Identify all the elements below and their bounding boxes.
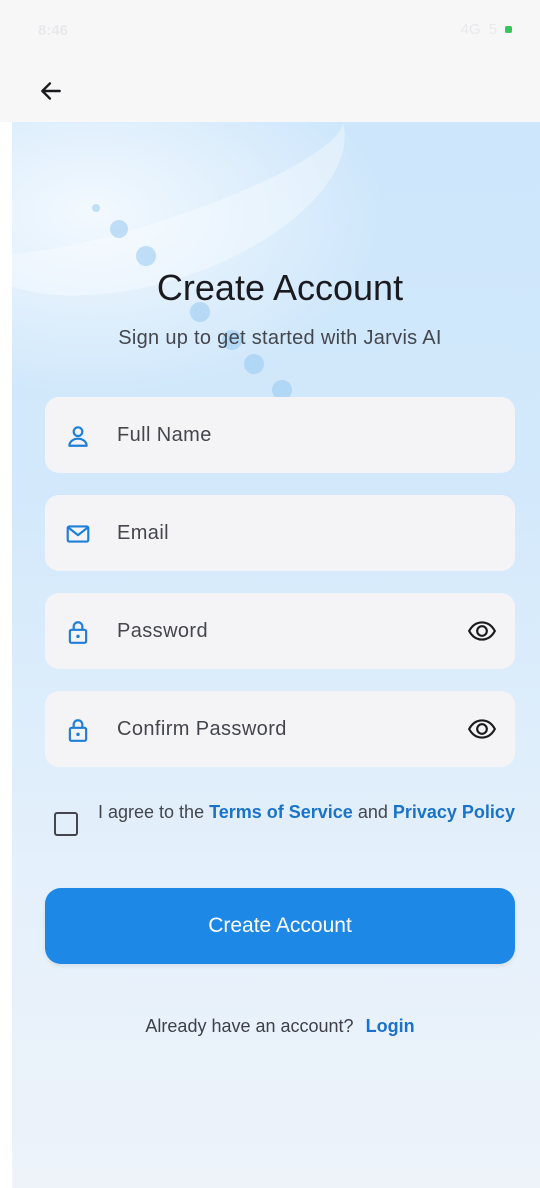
decor-bubble bbox=[110, 220, 128, 238]
decor-bubble bbox=[136, 246, 156, 266]
email-placeholder: Email bbox=[117, 522, 170, 544]
person-icon bbox=[68, 426, 88, 447]
lock-icon bbox=[68, 719, 88, 742]
eye-icon[interactable] bbox=[467, 715, 497, 743]
full-name-placeholder: Full Name bbox=[117, 424, 212, 446]
terms-of-service-link[interactable]: Terms of Service bbox=[209, 802, 353, 822]
status-bar: 8:46 4G 5 bbox=[0, 0, 540, 62]
eye-icon[interactable] bbox=[467, 617, 497, 645]
status-time: 8:46 bbox=[38, 22, 69, 39]
terms-checkbox[interactable] bbox=[54, 812, 78, 836]
terms-middle: and bbox=[352, 802, 393, 822]
mail-icon bbox=[66, 525, 90, 543]
create-account-button[interactable]: Create Account bbox=[45, 888, 515, 964]
page-title: Create Account bbox=[156, 267, 404, 308]
password-field[interactable]: Password bbox=[45, 593, 515, 669]
privacy-policy-link[interactable]: Privacy Policy bbox=[393, 802, 515, 822]
decor-bubble bbox=[244, 354, 264, 374]
lock-icon bbox=[68, 621, 88, 644]
terms-text: I agree to the Terms of Service and Priv… bbox=[98, 798, 518, 826]
login-prompt: Already have an account? bbox=[145, 1016, 354, 1036]
back-button[interactable] bbox=[30, 70, 72, 112]
network-indicator: 4G bbox=[460, 21, 481, 38]
terms-agreement: I agree to the Terms of Service and Priv… bbox=[40, 794, 515, 854]
battery-icon bbox=[505, 26, 512, 33]
confirm-password-field[interactable]: Confirm Password bbox=[45, 691, 515, 767]
login-link[interactable]: Login bbox=[366, 1016, 415, 1036]
email-field[interactable]: Email bbox=[45, 495, 515, 571]
arrow-left-icon bbox=[41, 82, 61, 100]
status-icons: 4G 5 bbox=[461, 21, 512, 38]
terms-prefix: I agree to the bbox=[98, 802, 210, 822]
battery-level: 5 bbox=[488, 21, 497, 38]
confirm-password-placeholder: Confirm Password bbox=[117, 718, 287, 740]
signup-content: Create Account Sign up to get started wi… bbox=[0, 25, 540, 1188]
login-prompt-row: Already have an account? Login bbox=[12, 1016, 540, 1037]
password-placeholder: Password bbox=[117, 620, 209, 642]
full-name-field[interactable]: Full Name bbox=[45, 397, 515, 473]
page-subtitle: Sign up to get started with Jarvis AI bbox=[118, 327, 442, 349]
decor-bubble bbox=[92, 204, 100, 212]
phone-screen: 8:46 4G 5 Create Account Sign up to get … bbox=[0, 0, 540, 1188]
